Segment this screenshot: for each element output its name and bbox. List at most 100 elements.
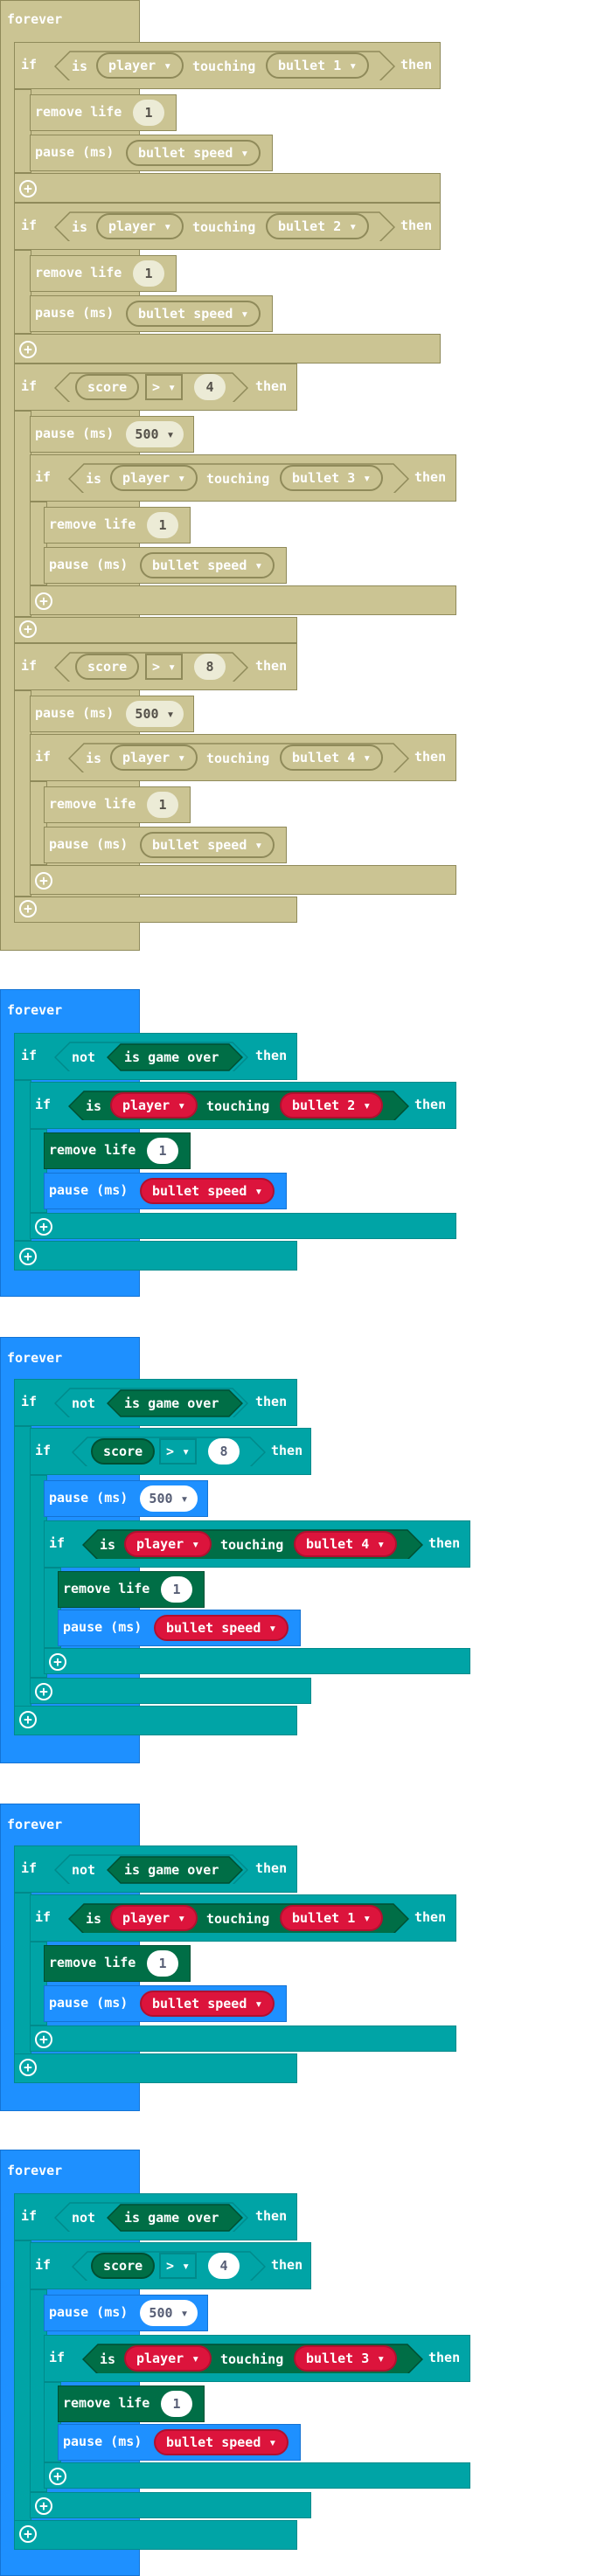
bullet-4-dropdown[interactable]: bullet 4 ▾ bbox=[294, 1531, 398, 1557]
chevron-down-icon: ▾ bbox=[163, 58, 172, 73]
pause-value-field[interactable]: 500 ▾ bbox=[140, 2300, 198, 2326]
bullet-speed-dropdown[interactable]: bullet speed ▾ bbox=[140, 552, 275, 578]
life-amount-field[interactable]: 1 bbox=[133, 260, 164, 287]
bullet-speed-dropdown[interactable]: bullet speed ▾ bbox=[126, 140, 261, 166]
chevron-down-icon: ▾ bbox=[180, 2305, 189, 2321]
chevron-down-icon: ▾ bbox=[268, 2434, 277, 2450]
chevron-down-icon: ▾ bbox=[168, 659, 177, 675]
player-dropdown[interactable]: player ▾ bbox=[110, 1905, 198, 1931]
bullet-speed-dropdown[interactable]: bullet speed ▾ bbox=[126, 301, 261, 327]
chevron-down-icon: ▾ bbox=[180, 1491, 189, 1506]
forever-label: forever bbox=[7, 2163, 63, 2178]
chevron-down-icon: ▾ bbox=[177, 470, 186, 486]
bullet-2-dropdown[interactable]: bullet 2 ▾ bbox=[280, 1092, 384, 1118]
chevron-down-icon: ▾ bbox=[254, 837, 263, 853]
bullet-3-dropdown[interactable]: bullet 3 ▾ bbox=[294, 2345, 398, 2372]
chevron-down-icon: ▾ bbox=[182, 1444, 191, 1459]
chevron-down-icon: ▾ bbox=[177, 1910, 186, 1926]
chevron-down-icon: ▾ bbox=[240, 306, 249, 322]
chevron-down-icon: ▾ bbox=[363, 1910, 372, 1926]
operator-dropdown[interactable]: > ▾ bbox=[159, 2253, 198, 2279]
forever-label: forever bbox=[7, 11, 63, 27]
add-icon[interactable]: + bbox=[35, 872, 52, 890]
chevron-down-icon: ▾ bbox=[377, 1536, 386, 1552]
player-dropdown[interactable]: player ▾ bbox=[96, 52, 184, 79]
operator-dropdown[interactable]: > ▾ bbox=[145, 374, 184, 400]
chevron-down-icon: ▾ bbox=[166, 426, 175, 442]
compare-value-field[interactable]: 8 bbox=[194, 654, 226, 680]
life-amount-field[interactable]: 1 bbox=[133, 100, 164, 126]
pause-value-field[interactable]: 500 ▾ bbox=[140, 1485, 198, 1512]
add-icon[interactable]: + bbox=[19, 2525, 37, 2543]
add-icon[interactable]: + bbox=[35, 592, 52, 610]
bullet-1-dropdown[interactable]: bullet 1 ▾ bbox=[266, 52, 370, 79]
chevron-down-icon: ▾ bbox=[363, 750, 372, 765]
pause-value-field[interactable]: 500 ▾ bbox=[126, 421, 184, 447]
chevron-down-icon: ▾ bbox=[177, 750, 186, 765]
player-dropdown[interactable]: player ▾ bbox=[110, 744, 198, 771]
player-dropdown[interactable]: player ▾ bbox=[124, 1531, 212, 1557]
chevron-down-icon: ▾ bbox=[163, 218, 172, 234]
bullet-speed-dropdown[interactable]: bullet speed ▾ bbox=[140, 1991, 275, 2017]
forever-label: forever bbox=[7, 1350, 63, 1366]
life-amount-field[interactable]: 1 bbox=[147, 512, 178, 538]
chevron-down-icon: ▾ bbox=[254, 1183, 263, 1199]
compare-value-field[interactable]: 4 bbox=[208, 2253, 240, 2279]
add-icon[interactable]: + bbox=[19, 341, 37, 358]
chevron-down-icon: ▾ bbox=[349, 218, 358, 234]
chevron-down-icon: ▾ bbox=[166, 706, 175, 722]
chevron-down-icon: ▾ bbox=[168, 379, 177, 395]
add-icon[interactable]: + bbox=[35, 2497, 52, 2515]
forever-label: forever bbox=[7, 1002, 63, 1018]
add-icon[interactable]: + bbox=[19, 1248, 37, 1265]
compare-value-field[interactable]: 4 bbox=[194, 374, 226, 400]
add-icon[interactable]: + bbox=[35, 1683, 52, 1700]
life-amount-field[interactable]: 1 bbox=[147, 792, 178, 818]
add-icon[interactable]: + bbox=[49, 2468, 66, 2485]
operator-dropdown[interactable]: > ▾ bbox=[145, 654, 184, 680]
score-variable[interactable]: score bbox=[91, 2253, 156, 2279]
chevron-down-icon: ▾ bbox=[363, 1098, 372, 1113]
player-dropdown[interactable]: player ▾ bbox=[110, 1092, 198, 1118]
bullet-speed-dropdown[interactable]: bullet speed ▾ bbox=[140, 832, 275, 858]
bullet-2-dropdown[interactable]: bullet 2 ▾ bbox=[266, 213, 370, 239]
life-amount-field[interactable]: 1 bbox=[147, 1138, 178, 1164]
compare-value-field[interactable]: 8 bbox=[208, 1438, 240, 1465]
bullet-3-dropdown[interactable]: bullet 3 ▾ bbox=[280, 465, 384, 491]
add-icon[interactable]: + bbox=[19, 180, 37, 197]
player-dropdown[interactable]: player ▾ bbox=[124, 2345, 212, 2372]
add-icon[interactable]: + bbox=[19, 900, 37, 918]
pause-value-field[interactable]: 500 ▾ bbox=[126, 701, 184, 727]
bullet-4-dropdown[interactable]: bullet 4 ▾ bbox=[280, 744, 384, 771]
chevron-down-icon: ▾ bbox=[254, 1996, 263, 2012]
chevron-down-icon: ▾ bbox=[177, 1098, 186, 1113]
chevron-down-icon: ▾ bbox=[191, 2351, 200, 2366]
add-icon[interactable]: + bbox=[35, 1218, 52, 1236]
bullet-speed-dropdown[interactable]: bullet speed ▾ bbox=[154, 1615, 289, 1641]
bullet-speed-dropdown[interactable]: bullet speed ▾ bbox=[154, 2429, 289, 2455]
life-amount-field[interactable]: 1 bbox=[147, 1950, 178, 1977]
chevron-down-icon: ▾ bbox=[240, 145, 249, 161]
player-dropdown[interactable]: player ▾ bbox=[96, 213, 184, 239]
life-amount-field[interactable]: 1 bbox=[161, 2391, 192, 2417]
chevron-down-icon: ▾ bbox=[268, 1620, 277, 1636]
player-dropdown[interactable]: player ▾ bbox=[110, 465, 198, 491]
chevron-down-icon: ▾ bbox=[363, 470, 372, 486]
chevron-down-icon: ▾ bbox=[377, 2351, 386, 2366]
chevron-down-icon: ▾ bbox=[191, 1536, 200, 1552]
chevron-down-icon: ▾ bbox=[182, 2258, 191, 2274]
score-variable[interactable]: score bbox=[91, 1438, 156, 1465]
add-icon[interactable]: + bbox=[19, 2059, 37, 2076]
add-icon[interactable]: + bbox=[49, 1653, 66, 1671]
chevron-down-icon: ▾ bbox=[349, 58, 358, 73]
add-icon[interactable]: + bbox=[19, 1711, 37, 1728]
bullet-speed-dropdown[interactable]: bullet speed ▾ bbox=[140, 1178, 275, 1204]
add-icon[interactable]: + bbox=[19, 620, 37, 638]
forever-label: forever bbox=[7, 1817, 63, 1832]
score-variable[interactable]: score bbox=[75, 654, 140, 680]
life-amount-field[interactable]: 1 bbox=[161, 1576, 192, 1603]
bullet-1-dropdown[interactable]: bullet 1 ▾ bbox=[280, 1905, 384, 1931]
score-variable[interactable]: score bbox=[75, 374, 140, 400]
add-icon[interactable]: + bbox=[35, 2031, 52, 2048]
operator-dropdown[interactable]: > ▾ bbox=[159, 1438, 198, 1465]
